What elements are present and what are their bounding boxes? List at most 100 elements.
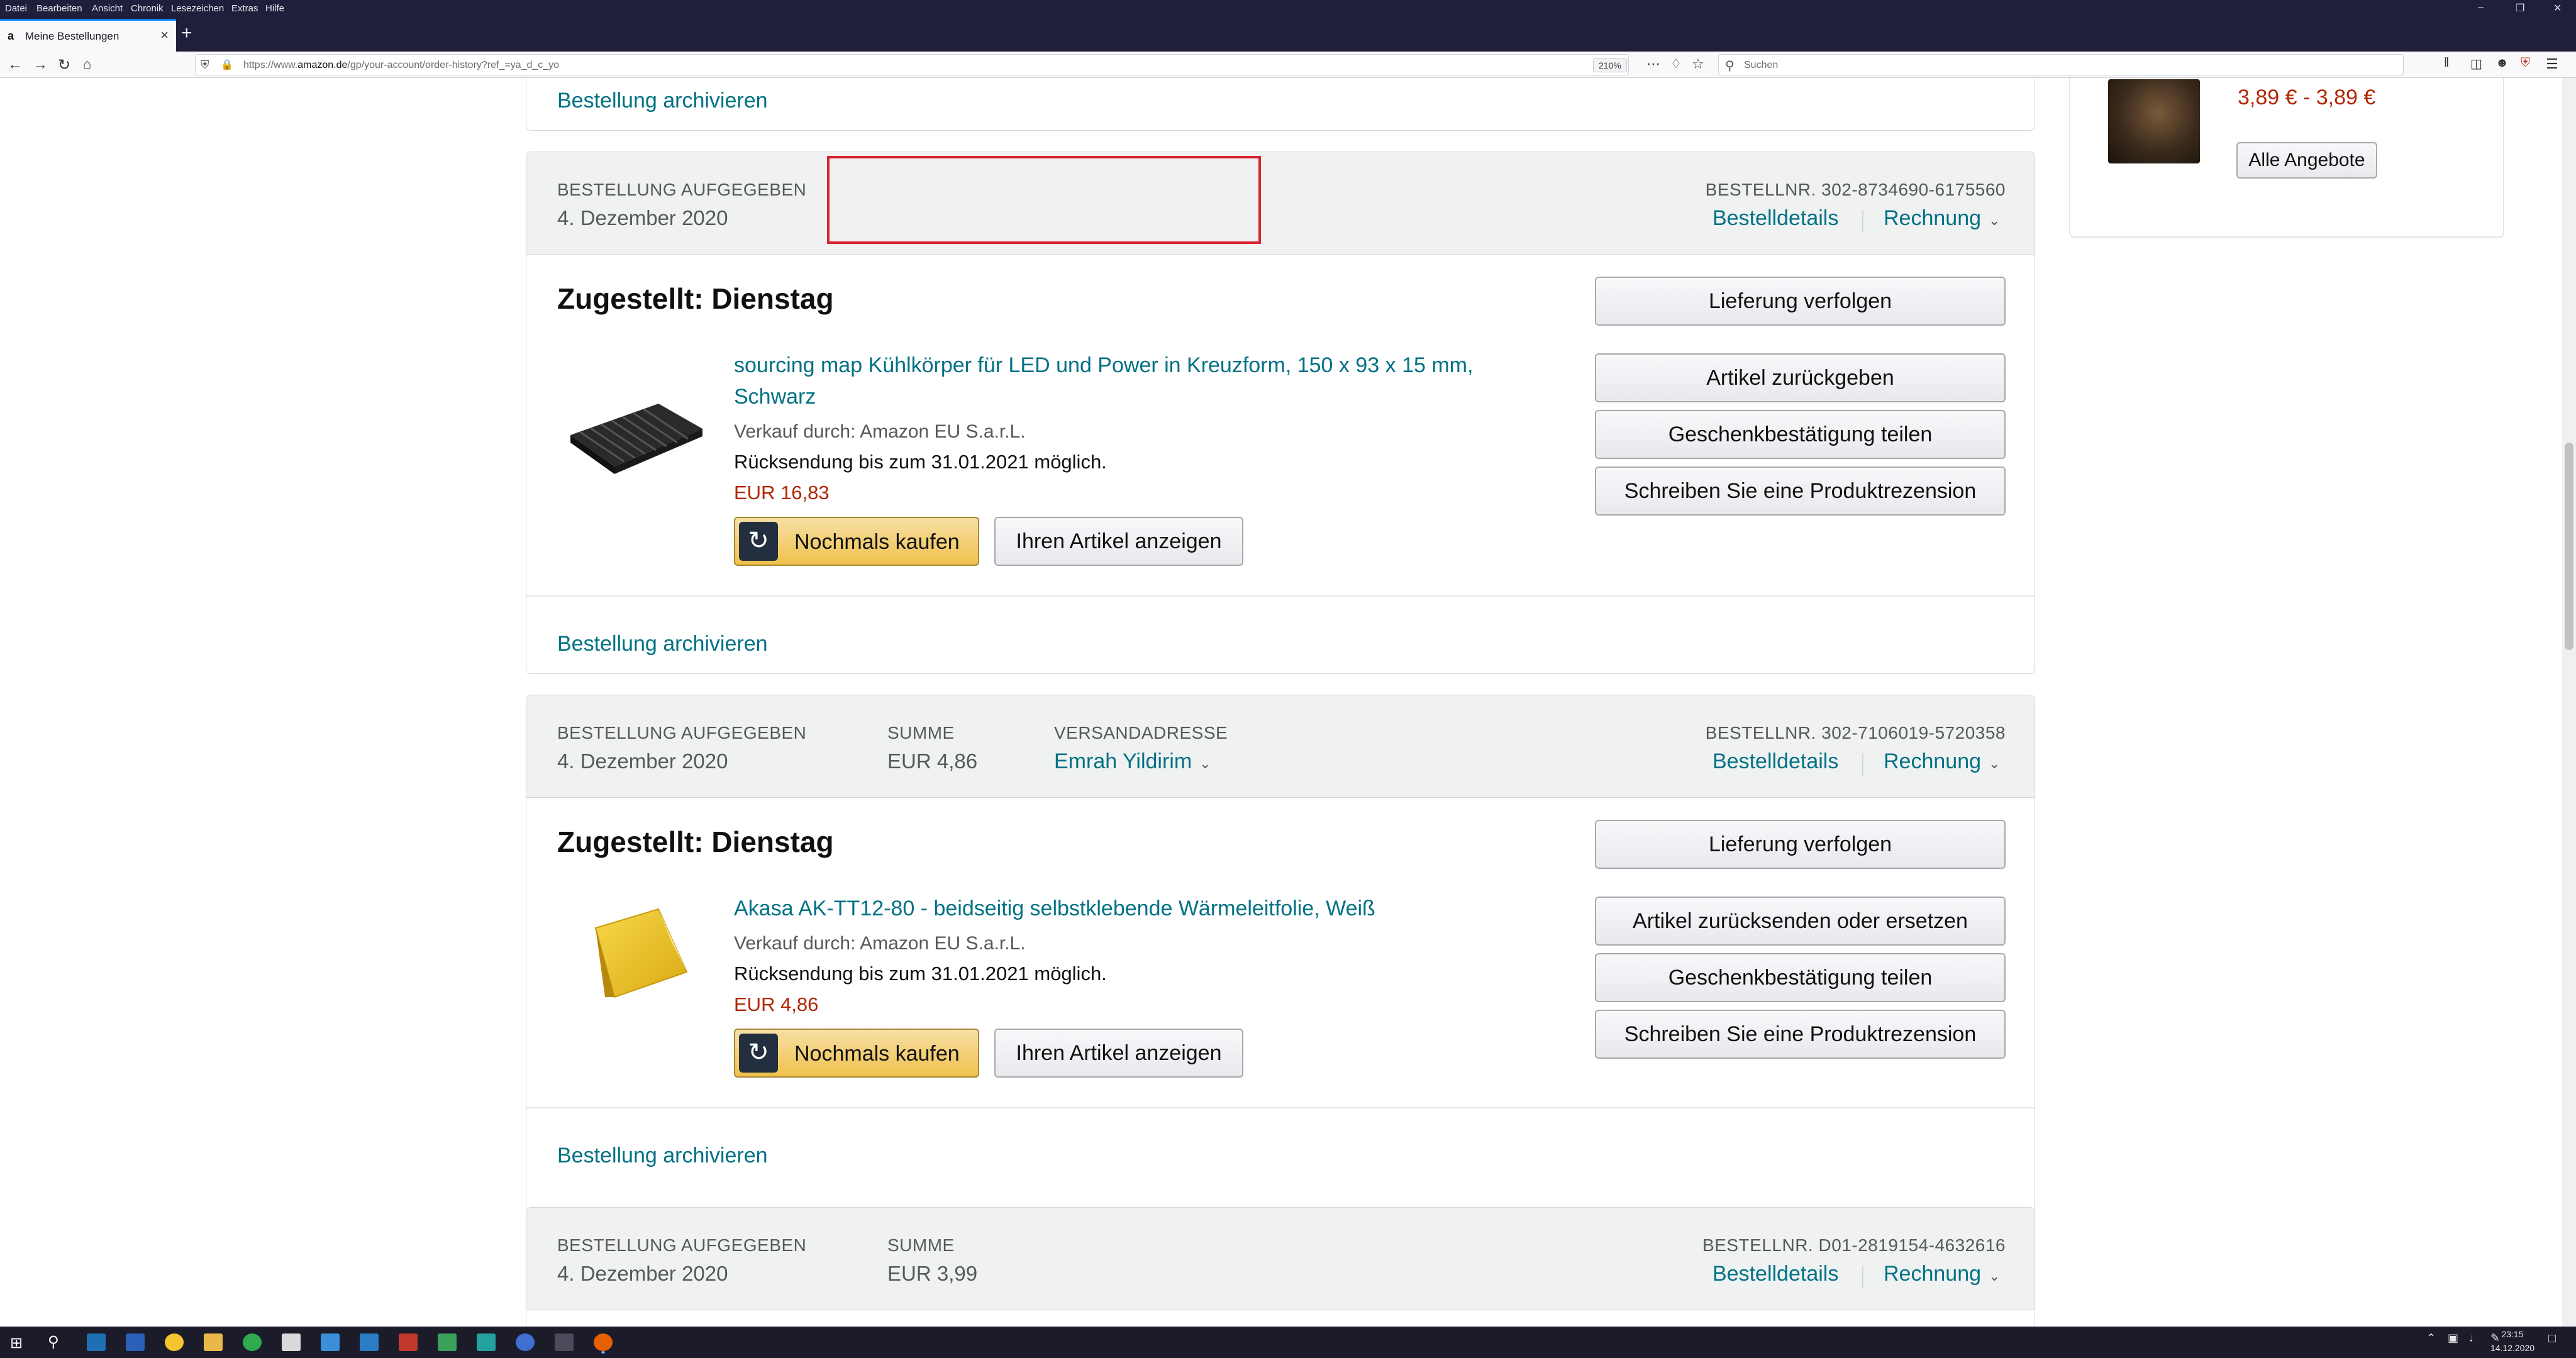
search-icon[interactable]: ⚲ — [48, 1333, 59, 1351]
invoice-link[interactable]: Rechnung ⌄ — [1884, 1262, 2000, 1286]
forward-icon[interactable]: → — [33, 56, 48, 74]
minimize-icon[interactable]: – — [2478, 2, 2484, 13]
restore-icon[interactable]: ❐ — [2516, 2, 2524, 14]
mail-app-icon[interactable] — [87, 1333, 106, 1351]
buy-again-icon: ↻ — [739, 522, 778, 561]
address-bar[interactable]: ⛨ 🔒 https://www.amazon.de/gp/your-accoun… — [195, 54, 1629, 75]
separator — [1862, 753, 1863, 776]
product-image-thermal-pad[interactable] — [583, 903, 696, 1010]
buy-again-button[interactable]: ↻ Nochmals kaufen — [734, 1029, 979, 1078]
amazon-favicon-icon: a — [8, 30, 14, 42]
menu-ansicht[interactable]: Ansicht — [92, 3, 123, 14]
view-item-button[interactable]: Ihren Artikel anzeigen — [994, 517, 1243, 566]
product-price: EUR 16,83 — [734, 482, 830, 504]
notification-icon[interactable]: □ — [2548, 1332, 2556, 1346]
archive-order-link[interactable]: Bestellung archivieren — [557, 632, 768, 656]
order-details-link[interactable]: Bestelldetails — [1713, 206, 1838, 231]
more-actions-icon[interactable]: ⋯ — [1646, 56, 1660, 72]
offer-product-image[interactable] — [2108, 79, 2200, 163]
chevron-down-icon: ⌄ — [1199, 756, 1211, 771]
seller-info: Verkauf durch: Amazon EU S.a.r.L. — [734, 421, 1026, 442]
buy-again-button[interactable]: ↻ Nochmals kaufen — [734, 517, 979, 566]
chrome-app-icon[interactable] — [165, 1333, 184, 1351]
separator — [1862, 210, 1863, 233]
tab-bar — [0, 16, 2576, 52]
clock-time[interactable]: 23:15 — [2490, 1329, 2534, 1339]
page-content: Bestellung archivieren 3,89 € - 3,89 € A… — [0, 78, 2566, 1327]
scrollbar-thumb[interactable] — [2565, 443, 2573, 650]
volume-tray-icon[interactable]: ♩ — [2469, 1332, 2480, 1345]
write-review-button[interactable]: Schreiben Sie eine Produktrezension — [1595, 1010, 2006, 1059]
write-review-button[interactable]: Schreiben Sie eine Produktrezension — [1595, 466, 2006, 516]
order-sum-label: SUMME — [887, 723, 955, 742]
track-package-button[interactable]: Lieferung verfolgen — [1595, 277, 2006, 326]
ublock-icon[interactable]: ⛨ — [2521, 56, 2530, 70]
calculator-app-icon[interactable] — [477, 1333, 496, 1351]
invoice-link[interactable]: Rechnung ⌄ — [1884, 206, 2000, 231]
zoom-level[interactable]: 210% — [1593, 58, 1627, 72]
photos-app-icon[interactable] — [360, 1333, 379, 1351]
taskbar: ⊞ ⚲ ⌃ ▣ ♩ ✎ 23:15 14.12.2020 □ — [0, 1327, 2576, 1358]
file-explorer-icon[interactable] — [204, 1333, 223, 1351]
order-placed-label: BESTELLUNG AUFGEGEBEN — [557, 1235, 807, 1255]
order-details-link[interactable]: Bestelldetails — [1713, 749, 1838, 774]
sidebar-icon[interactable]: ◫ — [2470, 56, 2482, 72]
close-window-icon[interactable]: ✕ — [2553, 2, 2562, 14]
return-items-button[interactable]: Artikel zurückgeben — [1595, 353, 2006, 402]
share-gift-receipt-button[interactable]: Geschenkbestätigung teilen — [1595, 410, 2006, 459]
product-title-link[interactable]: Akasa AK-TT12-80 - beidseitig selbstkleb… — [734, 893, 1545, 924]
tab-meine-bestellungen[interactable]: a Meine Bestellungen × — [0, 19, 176, 52]
menu-datei[interactable]: Datei — [5, 3, 27, 14]
order-placed-label: BESTELLUNG AUFGEGEBEN — [557, 180, 807, 199]
menu-bearbeiten[interactable]: Bearbeiten — [36, 3, 82, 14]
menu-icon[interactable]: ☰ — [2546, 56, 2558, 72]
library-icon[interactable]: ‖ — [2444, 56, 2449, 70]
pocket-icon[interactable]: ♢ — [1670, 56, 1682, 72]
windows-start-icon[interactable]: ⊞ — [10, 1334, 23, 1352]
lock-icon[interactable]: 🔒 — [221, 58, 233, 71]
product-title-link[interactable]: sourcing map Kühlkörper für LED und Powe… — [734, 350, 1545, 412]
reload-icon[interactable]: ↻ — [58, 56, 70, 74]
all-offers-button[interactable]: Alle Angebote — [2236, 142, 2377, 179]
archive-order-link[interactable]: Bestellung archivieren — [557, 1144, 768, 1168]
divider — [526, 1107, 2035, 1108]
invoice-link[interactable]: Rechnung ⌄ — [1884, 749, 2000, 774]
notepad-app-icon[interactable] — [282, 1333, 301, 1351]
home-icon[interactable]: ⌂ — [83, 56, 91, 72]
firefox-app-icon[interactable] — [594, 1333, 613, 1351]
network-tray-icon[interactable]: ▣ — [2448, 1332, 2458, 1345]
track-package-button[interactable]: Lieferung verfolgen — [1595, 820, 2006, 869]
menu-extras[interactable]: Extras — [231, 3, 258, 14]
menu-chronik[interactable]: Chronik — [131, 3, 164, 14]
url-text: https://www.amazon.de/gp/your-account/or… — [243, 60, 560, 70]
terminal-app-icon[interactable] — [555, 1333, 574, 1351]
seller-info: Verkauf durch: Amazon EU S.a.r.L. — [734, 933, 1026, 954]
order-card-previous: Bestellung archivieren — [526, 78, 2035, 131]
menu-hilfe[interactable]: Hilfe — [265, 3, 284, 14]
order-details-link[interactable]: Bestelldetails — [1713, 1262, 1838, 1286]
xbox-app-icon[interactable] — [243, 1333, 262, 1351]
tray-chevron-icon[interactable]: ⌃ — [2426, 1332, 2436, 1345]
menu-lesezeichen[interactable]: Lesezeichen — [171, 3, 224, 14]
return-or-replace-button[interactable]: Artikel zurücksenden oder ersetzen — [1595, 897, 2006, 946]
search-bar[interactable]: ⚲ Suchen — [1718, 54, 2404, 75]
help-app-icon[interactable] — [516, 1333, 535, 1351]
buy-again-label: Nochmals kaufen — [794, 530, 960, 554]
new-tab-icon[interactable]: + — [181, 23, 192, 44]
back-icon[interactable]: ← — [8, 56, 23, 74]
pdf-app-icon[interactable] — [399, 1333, 418, 1351]
editor-app-icon[interactable] — [438, 1333, 457, 1351]
shield-icon[interactable]: ⛨ — [201, 58, 209, 72]
bookmark-star-icon[interactable]: ☆ — [1692, 56, 1704, 72]
word-app-icon[interactable] — [126, 1333, 145, 1351]
page-scrollbar[interactable] — [2562, 78, 2576, 1327]
network-app-icon[interactable] — [321, 1333, 340, 1351]
clock-date[interactable]: 14.12.2020 — [2484, 1343, 2541, 1353]
archive-order-link[interactable]: Bestellung archivieren — [557, 89, 768, 113]
shipping-address-link[interactable]: Emrah Yildirim ⌄ — [1054, 749, 1211, 774]
account-icon[interactable]: ☻ — [2496, 56, 2509, 70]
product-image-heatsink[interactable] — [564, 391, 709, 479]
close-tab-icon[interactable]: × — [160, 27, 169, 43]
view-item-button[interactable]: Ihren Artikel anzeigen — [994, 1029, 1243, 1078]
share-gift-receipt-button[interactable]: Geschenkbestätigung teilen — [1595, 953, 2006, 1002]
